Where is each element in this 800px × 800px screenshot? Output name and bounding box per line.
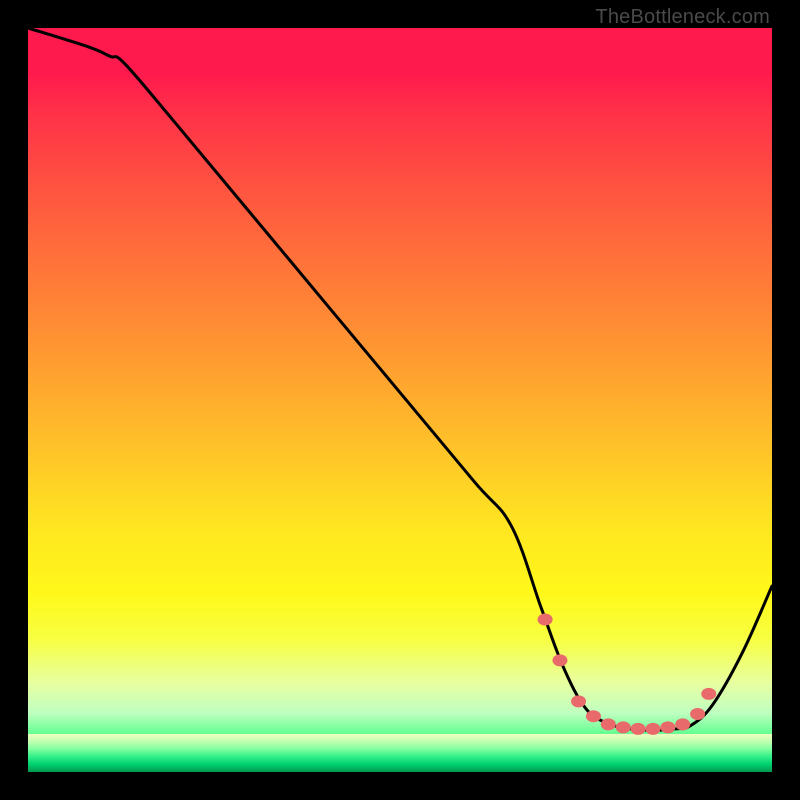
marker-dot: [552, 654, 567, 666]
marker-dot: [616, 721, 631, 733]
marker-dot: [601, 718, 616, 730]
marker-dot: [660, 721, 675, 733]
marker-dot: [701, 688, 716, 700]
marker-dot: [631, 723, 646, 735]
marker-dot: [690, 708, 705, 720]
marker-dot: [538, 613, 553, 625]
marker-dots: [538, 613, 717, 734]
watermark-text: TheBottleneck.com: [595, 6, 770, 29]
marker-dot: [586, 710, 601, 722]
main-curve: [28, 28, 772, 730]
marker-dot: [571, 695, 586, 707]
chart-area: [28, 28, 772, 772]
curve-svg: [28, 28, 772, 772]
marker-dot: [675, 718, 690, 730]
marker-dot: [645, 723, 660, 735]
